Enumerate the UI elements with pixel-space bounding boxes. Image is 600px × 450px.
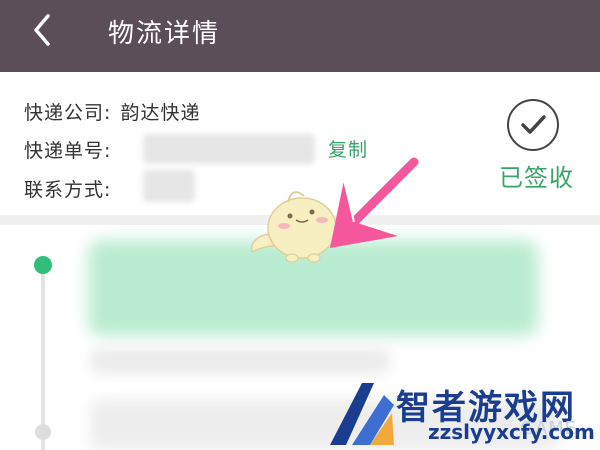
- timeline-dot: [35, 424, 51, 440]
- tracking-row: 快递单号:: [24, 136, 111, 163]
- contact-row: 联系方式:: [24, 175, 111, 202]
- chevron-left-icon: [34, 14, 50, 46]
- top-nav-bar: 物流详情: [0, 0, 600, 72]
- signed-status: 已签收: [499, 164, 574, 192]
- contact-redacted: [143, 170, 195, 202]
- check-circle-icon: [507, 99, 559, 151]
- timeline-line: [41, 268, 45, 450]
- company-row: 快递公司: 韵达快递: [24, 98, 200, 125]
- pink-arrow-icon: [330, 157, 419, 248]
- back-button[interactable]: [26, 10, 66, 50]
- page-title: 物流详情: [108, 19, 221, 49]
- company-value: 韵达快递: [120, 102, 201, 124]
- tracking-number-redacted: [143, 134, 315, 164]
- timeline-entry-time-redacted: [90, 348, 390, 374]
- contact-label: 联系方式:: [24, 179, 112, 201]
- company-label: 快递公司:: [24, 102, 112, 124]
- watermark-url: zzslyyxcfy.com: [428, 420, 595, 444]
- tracking-label: 快递单号:: [24, 140, 112, 162]
- timeline-dot-active: [34, 256, 52, 274]
